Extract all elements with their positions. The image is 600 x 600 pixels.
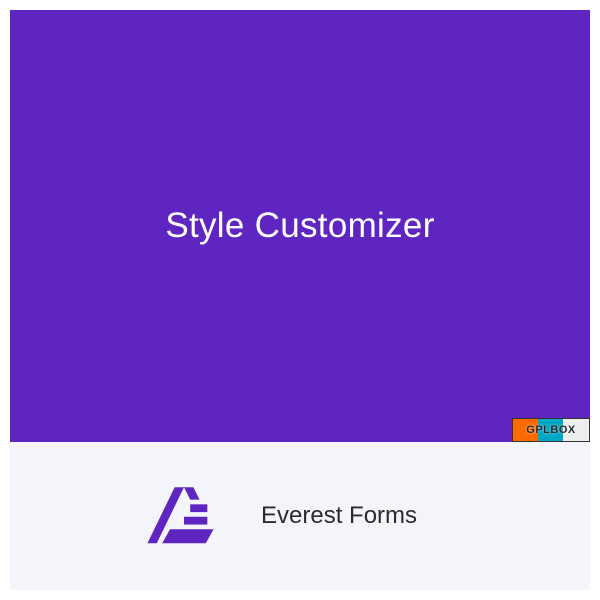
brand-footer: Everest Forms [10,442,590,590]
watermark-label: GPLBOX [526,424,575,436]
watermark-badge: GPLBOX [512,418,590,442]
everest-forms-logo-icon [145,481,223,551]
product-title: Style Customizer [165,206,434,246]
brand-name: Everest Forms [261,502,417,530]
product-card: Style Customizer GPLBOX Everest Forms [10,10,590,590]
hero-banner: Style Customizer GPLBOX [10,10,590,442]
